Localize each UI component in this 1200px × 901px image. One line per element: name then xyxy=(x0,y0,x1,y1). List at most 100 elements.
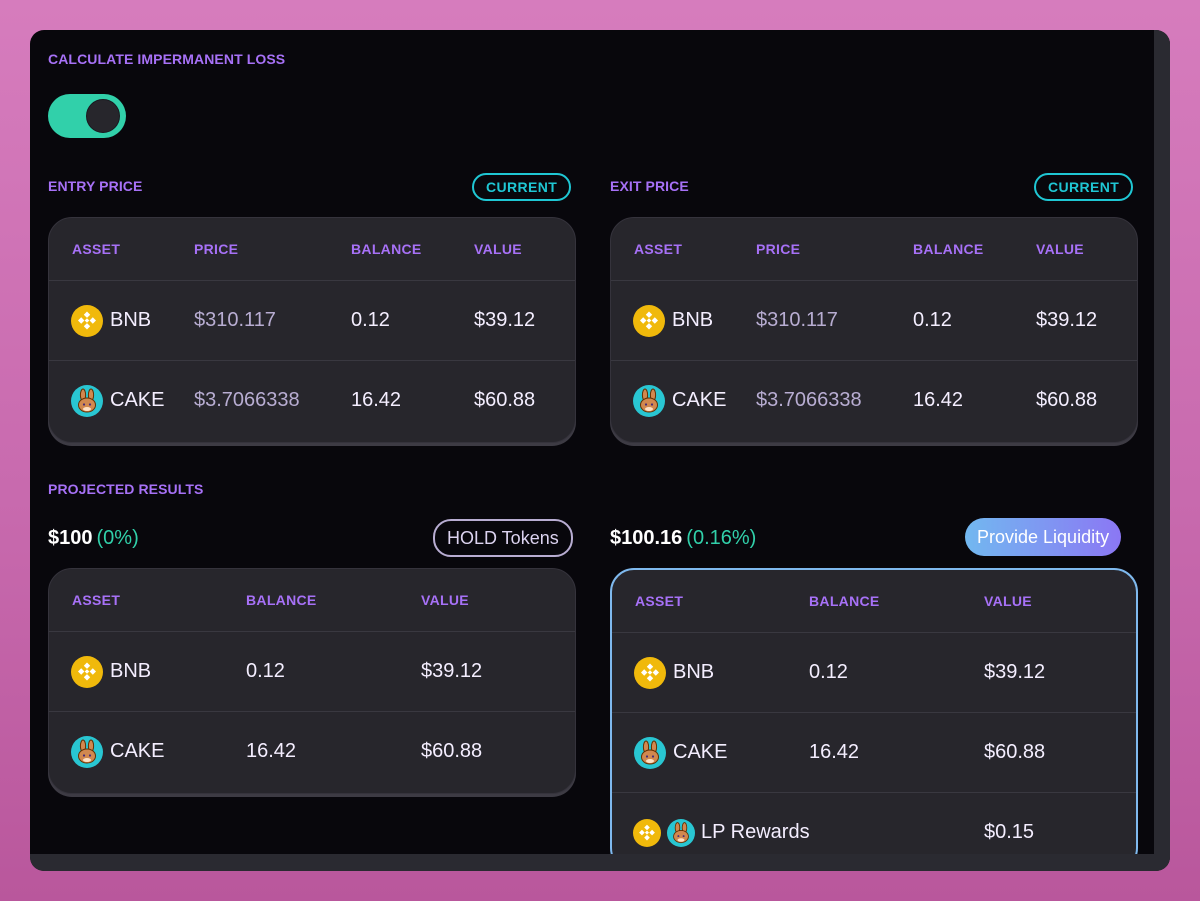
asset-cell: BNB xyxy=(71,281,151,360)
provide-liquidity-button[interactable]: Provide Liquidity xyxy=(965,518,1122,556)
asset-value: $60.88 xyxy=(474,389,536,411)
liquidity-results-table: ASSET BALANCE VALUE BNB 0.12 $39.12 CAKE… xyxy=(610,568,1138,854)
exit-price-table: ASSET PRICE BALANCE VALUE BNB $310.117 0… xyxy=(610,217,1138,443)
price-input[interactable]: $3.7066338 xyxy=(194,361,308,440)
asset-value: $60.88 xyxy=(1036,389,1098,411)
asset-cell: LP Rewards xyxy=(633,793,810,854)
balance-value: 0.12 xyxy=(351,309,390,331)
asset-name: CAKE xyxy=(110,389,165,411)
balance-value: 16.42 xyxy=(246,740,297,762)
balance-value: 16.42 xyxy=(913,389,964,411)
exit-price-heading: EXIT PRICE xyxy=(610,178,689,194)
asset-value: $39.12 xyxy=(984,661,1046,683)
asset-cell: CAKE xyxy=(633,361,726,440)
cake-coin-icon xyxy=(633,384,665,417)
entry-price-heading: ENTRY PRICE xyxy=(48,178,143,194)
asset-name: CAKE xyxy=(672,389,727,411)
bnb-coin-icon xyxy=(634,656,666,689)
asset-name: BNB xyxy=(672,309,714,331)
asset-cell: CAKE xyxy=(71,361,164,440)
table-row: CAKE $3.7066338 16.42 $60.88 xyxy=(49,361,575,440)
balance-value: 0.12 xyxy=(809,661,848,683)
entry-current-button[interactable]: CURRENT xyxy=(472,173,572,201)
asset-name: CAKE xyxy=(673,741,728,763)
asset-name: CAKE xyxy=(110,740,165,762)
column-header-value: VALUE xyxy=(421,592,469,608)
hold-result: $100 (0%) xyxy=(48,527,139,550)
bnb-coin-icon xyxy=(633,818,661,847)
table-row: BNB 0.12 $39.12 xyxy=(612,633,1136,713)
bnb-coin-icon xyxy=(71,655,103,688)
lp-rewards-row: LP Rewards $0.15 xyxy=(612,793,1136,854)
column-header-asset: ASSET xyxy=(634,241,683,257)
impermanent-loss-toggle[interactable] xyxy=(48,94,126,138)
balance-value: 0.12 xyxy=(913,309,952,331)
asset-name: BNB xyxy=(673,661,715,683)
entry-price-table: ASSET PRICE BALANCE VALUE BNB $310.117 0… xyxy=(48,217,576,443)
column-header-value: VALUE xyxy=(474,241,522,257)
table-header-row: ASSET PRICE BALANCE VALUE xyxy=(49,218,575,281)
bnb-coin-icon xyxy=(71,304,103,337)
column-header-balance: BALANCE xyxy=(913,241,984,257)
liquidity-total: $100.16 xyxy=(610,527,683,549)
asset-value: $60.88 xyxy=(984,741,1046,763)
asset-cell: BNB xyxy=(633,281,713,360)
column-header-balance: BALANCE xyxy=(246,592,317,608)
toggle-knob xyxy=(86,99,120,133)
asset-value: $60.88 xyxy=(421,740,483,762)
asset-cell: CAKE xyxy=(71,712,164,791)
column-header-asset: ASSET xyxy=(635,593,684,609)
table-row: CAKE $3.7066338 16.42 $60.88 xyxy=(611,361,1137,440)
table-row: CAKE 16.42 $60.88 xyxy=(612,713,1136,793)
cake-coin-icon xyxy=(71,735,103,768)
balance-value: 16.42 xyxy=(809,741,860,763)
hold-tokens-button[interactable]: HOLD Tokens xyxy=(433,519,573,557)
projected-results-heading: PROJECTED RESULTS xyxy=(48,481,204,497)
table-row: CAKE 16.42 $60.88 xyxy=(49,712,575,791)
column-header-price: PRICE xyxy=(194,241,239,257)
asset-cell: CAKE xyxy=(634,713,727,792)
exit-current-button[interactable]: CURRENT xyxy=(1034,173,1134,201)
price-input[interactable]: $3.7066338 xyxy=(756,361,870,440)
price-input[interactable]: $310.117 xyxy=(194,281,308,360)
column-header-balance: BALANCE xyxy=(809,593,880,609)
asset-value: $39.12 xyxy=(474,309,536,331)
horizontal-scrollbar[interactable] xyxy=(30,854,1170,871)
price-input[interactable]: $310.117 xyxy=(756,281,870,360)
hold-results-table: ASSET BALANCE VALUE BNB 0.12 $39.12 CAKE… xyxy=(48,568,576,794)
asset-name: BNB xyxy=(110,309,152,331)
asset-cell: BNB xyxy=(634,633,714,712)
liquidity-change: (0.16%) xyxy=(686,527,757,549)
lp-rewards-value: $0.15 xyxy=(984,821,1035,843)
panel-content: CALCULATE IMPERMANENT LOSS ENTRY PRICE C… xyxy=(30,30,1154,854)
impermanent-loss-panel: CALCULATE IMPERMANENT LOSS ENTRY PRICE C… xyxy=(30,30,1170,871)
cake-coin-icon xyxy=(667,818,695,847)
cake-coin-icon xyxy=(71,384,103,417)
column-header-price: PRICE xyxy=(756,241,801,257)
column-header-asset: ASSET xyxy=(72,241,121,257)
column-header-value: VALUE xyxy=(1036,241,1084,257)
calculator-title: CALCULATE IMPERMANENT LOSS xyxy=(48,51,286,67)
bnb-coin-icon xyxy=(633,304,665,337)
liquidity-result: $100.16 (0.16%) xyxy=(610,527,756,550)
hold-total: $100 xyxy=(48,527,93,549)
asset-name: BNB xyxy=(110,660,152,682)
asset-value: $39.12 xyxy=(421,660,483,682)
asset-cell: BNB xyxy=(71,632,151,711)
table-row: BNB $310.117 0.12 $39.12 xyxy=(49,281,575,361)
vertical-scrollbar[interactable] xyxy=(1154,30,1170,871)
table-header-row: ASSET BALANCE VALUE xyxy=(612,570,1136,633)
table-header-row: ASSET PRICE BALANCE VALUE xyxy=(611,218,1137,281)
table-row: BNB 0.12 $39.12 xyxy=(49,632,575,712)
column-header-value: VALUE xyxy=(984,593,1032,609)
cake-coin-icon xyxy=(634,736,666,769)
balance-value: 16.42 xyxy=(351,389,402,411)
column-header-asset: ASSET xyxy=(72,592,121,608)
table-row: BNB $310.117 0.12 $39.12 xyxy=(611,281,1137,361)
balance-value: 0.12 xyxy=(246,660,285,682)
lp-rewards-label: LP Rewards xyxy=(701,821,810,843)
column-header-balance: BALANCE xyxy=(351,241,422,257)
table-header-row: ASSET BALANCE VALUE xyxy=(49,569,575,632)
asset-value: $39.12 xyxy=(1036,309,1098,331)
hold-change: (0%) xyxy=(96,527,139,549)
